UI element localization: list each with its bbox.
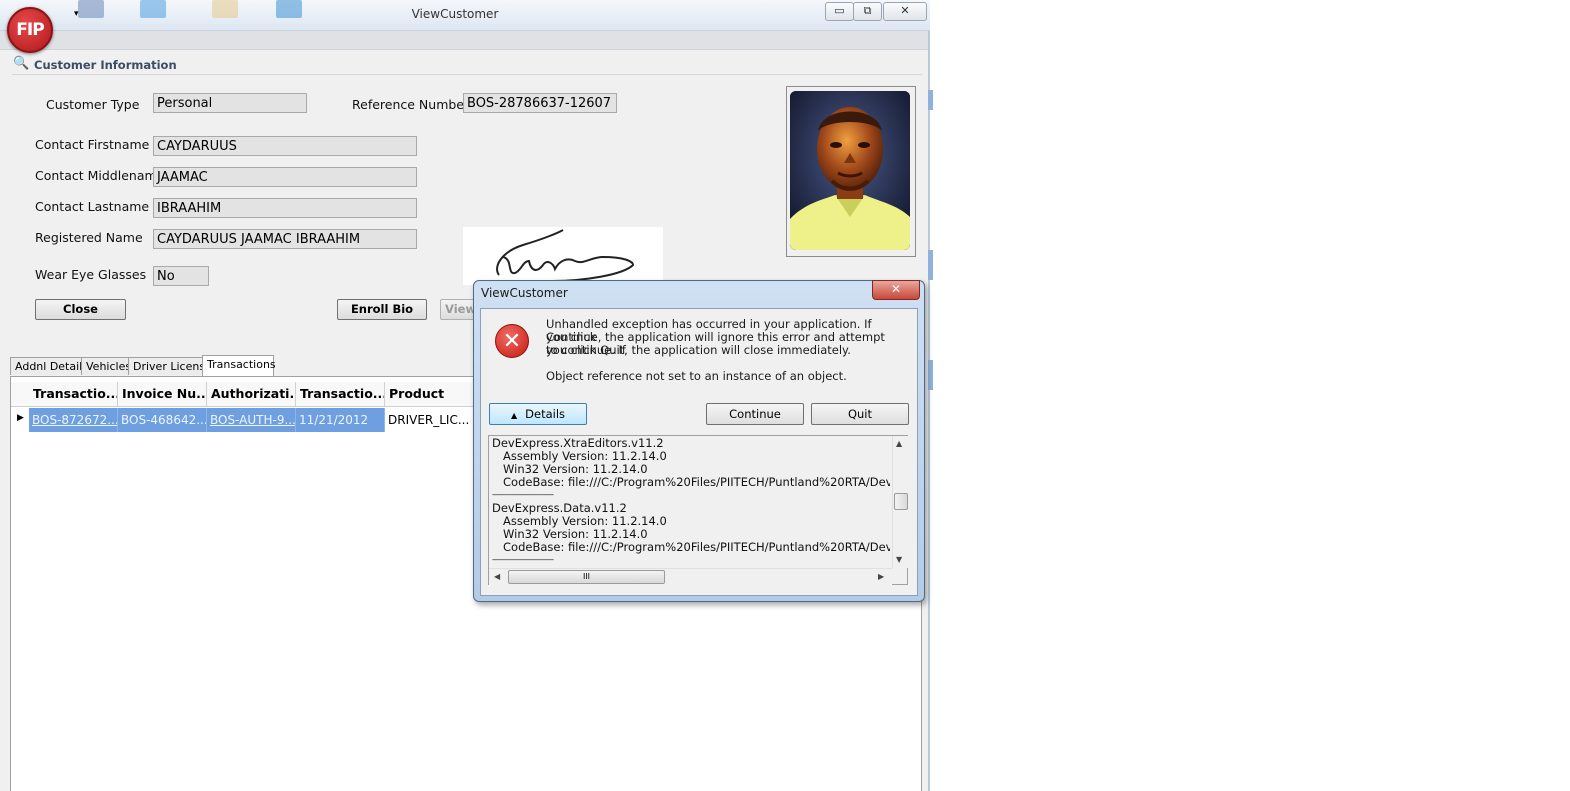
column-header-transaction-date[interactable]: Transactio... (296, 382, 385, 406)
eye-glasses-field[interactable]: No (153, 266, 209, 286)
minimize-button[interactable]: ▭ (825, 2, 854, 21)
row-indicator-header (11, 382, 30, 406)
firstname-label: Contact Firstname (35, 137, 150, 152)
column-header-invoice-number[interactable]: Invoice Nu... (118, 382, 207, 406)
quick-access-icon[interactable] (78, 0, 104, 18)
middlename-field[interactable]: JAAMAC (153, 167, 417, 187)
customer-type-label: Customer Type (46, 97, 140, 112)
window-title: ViewCustomer (411, 7, 499, 21)
details-line: Win32 Version: 11.2.14.0 (503, 527, 648, 541)
table-cell[interactable]: DRIVER_LIC... (385, 408, 475, 432)
section-title: Customer Information (34, 58, 177, 72)
details-button-label: Details (525, 407, 566, 421)
reference-number-field[interactable]: BOS-28786637-12607 (463, 93, 617, 113)
collapse-arrow-icon: ▲ (510, 411, 518, 420)
table-cell[interactable]: BOS-872672... (29, 408, 118, 432)
error-icon: ✕ (495, 324, 529, 358)
header-divider (11, 406, 475, 407)
continue-button[interactable]: Continue (706, 403, 804, 425)
table-cell[interactable]: BOS-AUTH-9... (207, 408, 296, 432)
quick-access-icon[interactable] (276, 0, 302, 18)
lastname-field[interactable]: IBRAAHIM (153, 198, 417, 218)
scroll-down-icon[interactable]: ▼ (896, 555, 902, 564)
horizontal-scroll-thumb[interactable]: III (508, 570, 665, 584)
enroll-bio-button[interactable]: Enroll Bio (337, 299, 427, 320)
signature-image (463, 227, 663, 285)
details-line: CodeBase: file:///C:/Program%20Files/PII… (503, 476, 890, 489)
registered-name-label: Registered Name (35, 230, 143, 245)
window-edge (928, 360, 933, 390)
column-header-authorization[interactable]: Authorizati... (207, 382, 296, 406)
close-button[interactable]: Close (35, 299, 126, 320)
reference-number-label: Reference Number (352, 97, 470, 112)
quit-button[interactable]: Quit (811, 403, 909, 425)
registered-name-field[interactable]: CAYDARUUS JAAMAC IBRAAHIM (153, 229, 417, 249)
ribbon-bar (0, 31, 928, 50)
vertical-scroll-thumb[interactable] (894, 493, 908, 510)
qat-dropdown-icon[interactable]: ▾ (74, 9, 79, 19)
details-separator: ---------------------------------------- (492, 556, 554, 564)
window-edge (928, 90, 933, 110)
dialog-close-button[interactable]: ✕ (872, 280, 920, 300)
middlename-label: Contact Middlename (35, 168, 165, 183)
app-logo[interactable]: FIP (7, 7, 53, 53)
table-cell[interactable]: 11/21/2012 (296, 408, 385, 432)
details-line: CodeBase: file:///C:/Program%20Files/PII… (503, 541, 890, 554)
window-close-button[interactable]: ✕ (883, 2, 927, 21)
scroll-right-icon[interactable]: ▶ (878, 572, 884, 581)
maximize-button[interactable]: ⧉ (853, 2, 882, 21)
column-header-product[interactable]: Product (385, 382, 475, 406)
column-header-transaction-id[interactable]: Transactio... (29, 382, 118, 406)
customer-photo (790, 91, 910, 250)
details-button[interactable]: ▲ Details (489, 403, 587, 425)
quick-access-icon[interactable] (212, 0, 238, 18)
tab-transactions[interactable]: Transactions (202, 355, 276, 376)
scroll-up-icon[interactable]: ▲ (896, 439, 902, 448)
details-line: Win32 Version: 11.2.14.0 (503, 462, 648, 476)
firstname-field[interactable]: CAYDARUUS (153, 136, 417, 156)
exception-message: Object reference not set to an instance … (546, 369, 847, 383)
magnifier-icon: 🔍 (13, 56, 30, 71)
lastname-label: Contact Lastname (35, 199, 150, 214)
scroll-left-icon[interactable]: ◀ (494, 572, 500, 581)
signature-drawing (496, 229, 635, 282)
customer-type-field[interactable]: Personal (153, 93, 307, 113)
row-pointer-icon: ▶ (17, 413, 24, 423)
quick-access-icon[interactable] (140, 0, 166, 18)
eye-glasses-label: Wear Eye Glasses (35, 267, 147, 282)
customer-photo-drawing (790, 91, 910, 250)
error-message-line: you click Quit, the application will clo… (546, 343, 851, 357)
dialog-title: ViewCustomer (481, 286, 568, 300)
window-edge (928, 250, 933, 280)
table-cell[interactable]: BOS-468642... (118, 408, 207, 432)
